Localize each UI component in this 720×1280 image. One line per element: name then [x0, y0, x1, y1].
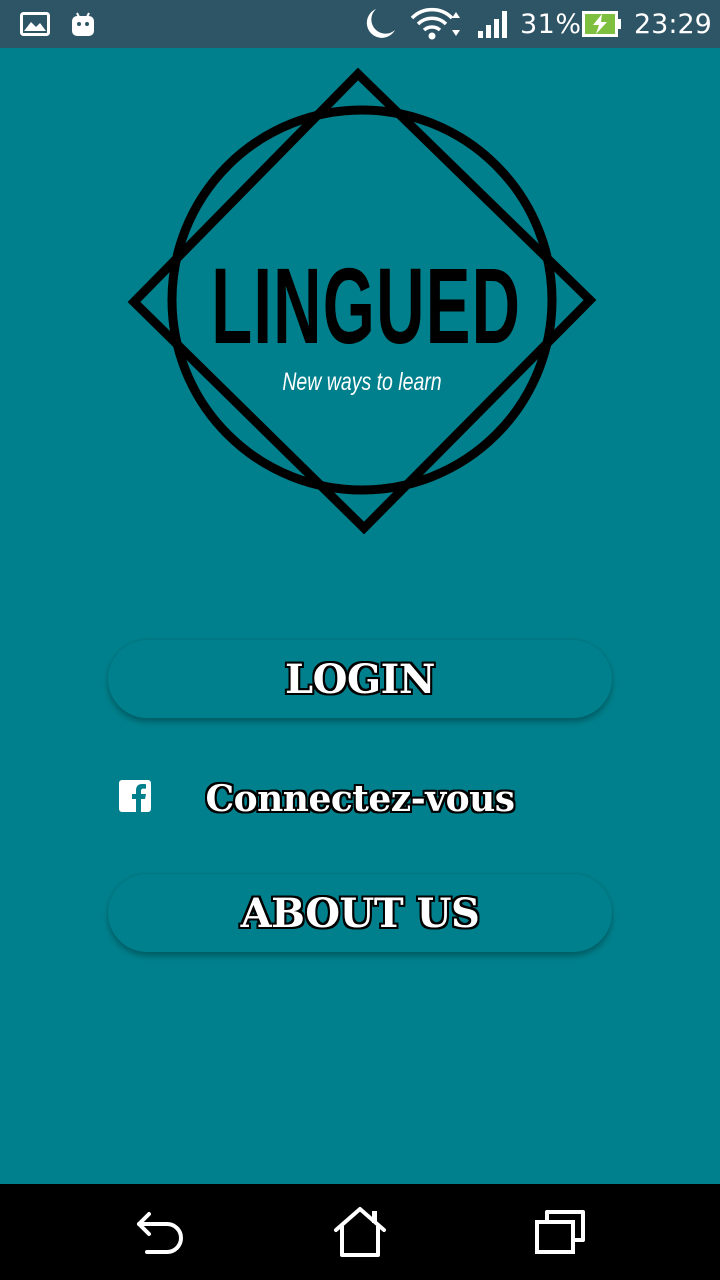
gallery-icon — [20, 0, 50, 48]
about-us-button-label: ABOUT US — [240, 889, 480, 937]
home-icon[interactable] — [330, 1202, 390, 1262]
main-content: LINGUED New ways to learn LOGIN Connecte… — [0, 48, 720, 1184]
battery-percent: 31% — [520, 8, 582, 40]
logo-tagline: New ways to learn — [282, 368, 442, 396]
recents-icon[interactable] — [530, 1202, 590, 1262]
android-icon — [70, 0, 96, 48]
status-bar: 31% 23:29 — [0, 0, 720, 48]
facebook-login-label: Connectez-vous — [205, 778, 515, 820]
navigation-bar — [0, 1184, 720, 1280]
signal-icon — [478, 0, 512, 48]
about-us-button[interactable]: ABOUT US — [108, 874, 612, 952]
clock: 23:29 — [634, 8, 712, 40]
login-button[interactable]: LOGIN — [108, 640, 612, 718]
battery-charging-icon — [582, 0, 622, 48]
facebook-login-button[interactable]: Connectez-vous — [108, 760, 612, 838]
app-logo: LINGUED New ways to learn — [120, 62, 600, 542]
logo-title: LINGUED — [211, 245, 522, 366]
wifi-icon — [410, 0, 468, 48]
moon-icon — [362, 0, 398, 48]
back-icon[interactable] — [130, 1202, 190, 1262]
login-button-label: LOGIN — [285, 655, 435, 703]
